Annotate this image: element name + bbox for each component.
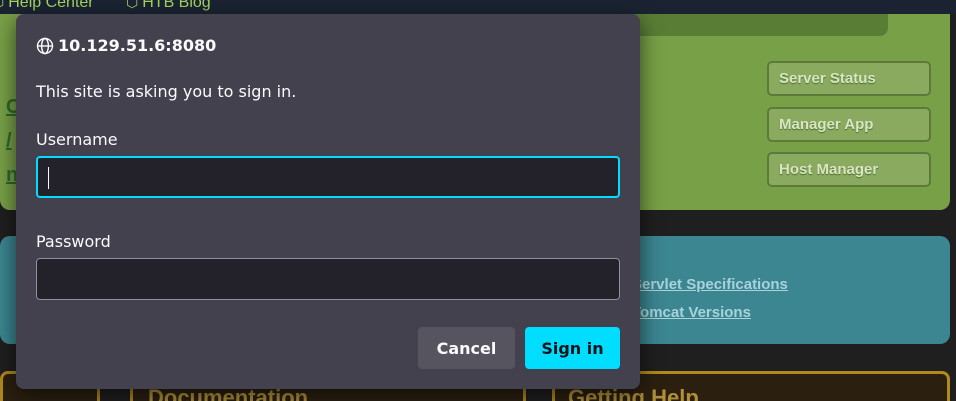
username-field-wrapper [36, 156, 620, 198]
bookmark-label: Help Center [8, 0, 94, 11]
bookmark-htb-blog[interactable]: ⬡ HTB Blog [126, 0, 211, 12]
manager-app-button[interactable]: Manager App [767, 107, 931, 142]
password-input[interactable] [37, 259, 619, 299]
host-address: 10.129.51.6:8080 [58, 36, 217, 55]
server-status-button[interactable]: Server Status [767, 61, 931, 96]
username-input[interactable] [38, 158, 618, 196]
tomcat-versions-link[interactable]: Tomcat Versions [632, 304, 751, 321]
cancel-button[interactable]: Cancel [418, 327, 515, 369]
sign-in-dialog: 10.129.51.6:8080 This site is asking you… [16, 14, 640, 389]
dialog-host: 10.129.51.6:8080 [36, 36, 216, 55]
htb-cube-icon: ⬡ [0, 0, 4, 10]
username-label: Username [36, 130, 118, 149]
partial-link[interactable]: / [6, 130, 12, 153]
password-field-wrapper [36, 258, 620, 300]
bookmark-help-center[interactable]: ⬡ Help Center [0, 0, 94, 12]
host-manager-button[interactable]: Host Manager [767, 152, 931, 187]
text-cursor [48, 167, 49, 189]
servlet-specifications-link[interactable]: Servlet Specifications [632, 276, 788, 293]
sign-in-button[interactable]: Sign in [525, 327, 620, 369]
bookmarks-toolbar: ⬡Help Center ⬡HTB Blog [0, 0, 956, 14]
password-label: Password [36, 232, 111, 251]
htb-cube-icon: ⬡ [126, 0, 139, 10]
sign-in-message: This site is asking you to sign in. [36, 82, 297, 101]
globe-icon [36, 37, 54, 54]
bookmark-label: HTB Blog [142, 0, 211, 11]
